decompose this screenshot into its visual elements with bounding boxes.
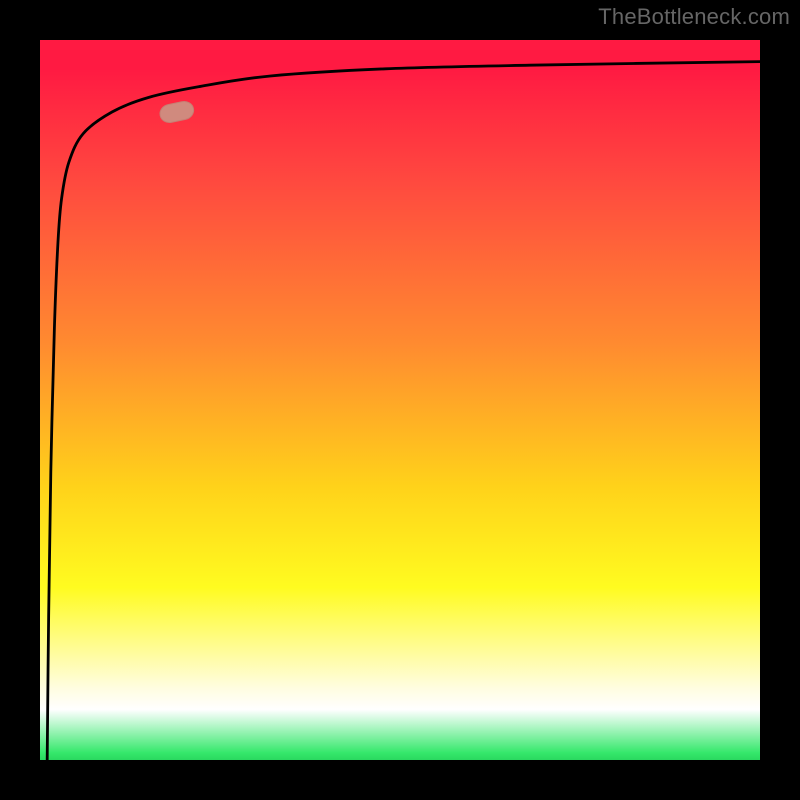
plot-area (40, 40, 760, 760)
figure-root: TheBottleneck.com (0, 0, 800, 800)
bottleneck-curve (47, 62, 760, 760)
watermark-text: TheBottleneck.com (598, 4, 790, 30)
chart-overlay (40, 40, 760, 760)
curve-marker (158, 100, 195, 125)
pill-marker-icon (158, 100, 195, 125)
